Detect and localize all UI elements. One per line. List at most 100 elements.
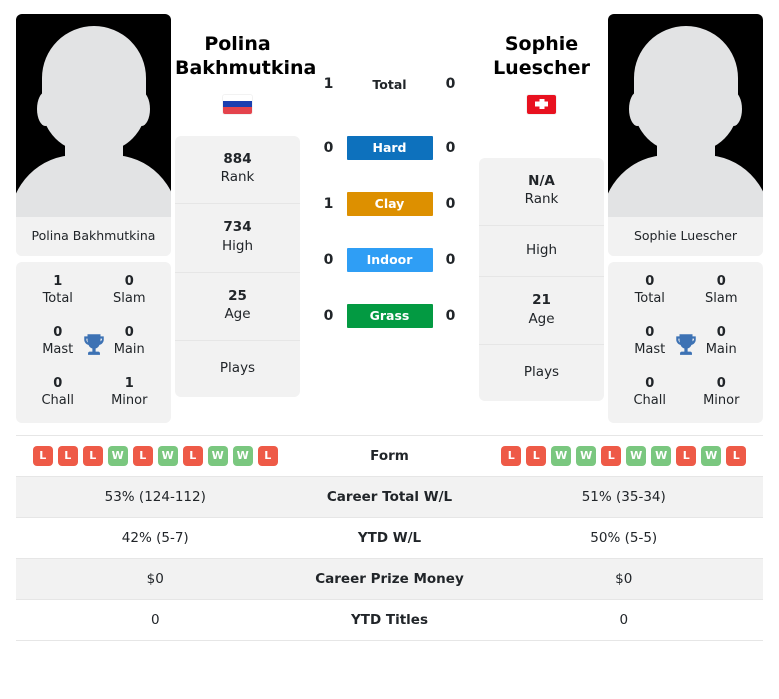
right-clay-wins: 0: [445, 196, 456, 212]
form-badge-w: W: [576, 446, 597, 467]
avatar-body-shape: [16, 155, 171, 217]
left-titles-minor-label: Minor: [111, 392, 148, 408]
surface-comparison-column: 1 Total 0 0 Hard 0 1 Clay 0 0 Indoor 0 0: [304, 14, 475, 352]
career-total-wl-label: Career Total W/L: [326, 489, 453, 506]
surface-row-clay: 1 Clay 0: [308, 184, 471, 224]
right-player-rank-card: N/A Rank High 21 Age Plays: [479, 157, 604, 402]
flag-stripe-red: [223, 107, 252, 114]
left-rank-label: Rank: [220, 169, 255, 186]
right-rank-label: Rank: [524, 191, 559, 208]
form-badge-l: L: [57, 446, 78, 467]
left-indoor-wins: 0: [323, 252, 334, 268]
left-age-label: Age: [224, 306, 251, 323]
form-badge-l: L: [601, 446, 622, 467]
table-row-form: LLLWLWLWWL Form LLWWLWWLWL: [16, 436, 764, 478]
russia-flag-icon: [223, 94, 252, 114]
right-grass-wins: 0: [445, 308, 456, 324]
right-player-photo-card[interactable]: Sophie Luescher: [608, 14, 763, 256]
left-hard-wins: 0: [323, 140, 334, 156]
right-rank-value: N/A: [528, 172, 555, 189]
right-player-info-column: Sophie Luescher N/A Rank High 21 Age Pla…: [475, 14, 608, 402]
right-high-row: High: [479, 226, 604, 277]
surface-row-hard: 0 Hard 0: [308, 128, 471, 168]
right-age-value: 21: [532, 291, 551, 308]
left-clay-wins: 1: [323, 196, 334, 212]
right-rank-row: N/A Rank: [479, 158, 604, 227]
form-badge-w: W: [157, 446, 178, 467]
table-row-career-total-wl: 53% (124-112) Career Total W/L 51% (35-3…: [16, 477, 763, 519]
form-badge-w: W: [207, 446, 228, 467]
career-prize-money-label: Career Prize Money: [315, 571, 464, 588]
right-plays-row: Plays: [479, 345, 604, 401]
left-titles-chall-value: 0: [53, 375, 63, 391]
right-player-column: Sophie Luescher 0 Total 0 Slam 0 Mast 0 …: [608, 14, 763, 424]
right-titles-total-label: Total: [634, 291, 665, 307]
form-label: Form: [370, 448, 409, 465]
right-age-row: 21 Age: [479, 277, 604, 346]
left-career-prize-money: $0: [146, 571, 164, 588]
left-titles-total-value: 1: [53, 274, 63, 289]
left-plays-row: Plays: [175, 341, 300, 397]
form-badge-l: L: [32, 446, 53, 467]
form-badge-w: W: [551, 446, 572, 467]
right-career-prize-money: $0: [615, 571, 633, 588]
left-ytd-wl: 42% (5-7): [121, 530, 189, 547]
avatar-body-shape: [608, 155, 763, 217]
form-badge-w: W: [107, 446, 128, 467]
left-age-value: 25: [228, 287, 247, 304]
left-player-rank-card: 884 Rank 734 High 25 Age Plays: [175, 135, 300, 397]
right-plays-label: Plays: [523, 364, 560, 381]
surface-row-indoor: 0 Indoor 0: [308, 240, 471, 280]
left-player-avatar: [16, 14, 171, 217]
right-hard-wins: 0: [445, 140, 456, 156]
left-titles-slam: 0 Slam: [94, 274, 166, 308]
left-titles-total-label: Total: [42, 291, 73, 307]
right-career-total-wl: 51% (35-34): [581, 489, 666, 506]
right-titles-slam-value: 0: [716, 274, 726, 289]
right-titles-minor-value: 0: [716, 375, 726, 391]
surface-row-grass: 0 Grass 0: [308, 296, 471, 336]
left-player-photo-card[interactable]: Polina Bakhmutkina: [16, 14, 171, 256]
left-titles-minor-value: 1: [124, 375, 134, 391]
left-rank-row: 884 Rank: [175, 136, 300, 205]
right-titles-total: 0 Total: [614, 274, 686, 308]
left-high-row: 734 High: [175, 204, 300, 273]
surface-total-label: Total: [372, 76, 407, 92]
right-form-cell: LLWWLWWLWL: [485, 440, 764, 472]
flag-cross-horizontal: [535, 101, 548, 107]
right-player-titles-card: 0 Total 0 Slam 0 Mast 0 Main 0 Chall 0 M…: [608, 262, 763, 424]
surface-hard-bar[interactable]: Hard: [346, 136, 433, 160]
form-badge-w: W: [626, 446, 647, 467]
surface-grass-bar[interactable]: Grass: [346, 304, 433, 328]
left-high-label: High: [221, 237, 254, 254]
left-player-titles-card: 1 Total 0 Slam 0 Mast 0 Main 0 Chall 1 M…: [16, 262, 171, 424]
right-player-photo-name: Sophie Luescher: [608, 217, 763, 256]
left-career-total-wl: 53% (124-112): [104, 489, 206, 506]
right-ytd-titles: 0: [619, 612, 629, 629]
form-badge-w: W: [701, 446, 722, 467]
surface-indoor-bar[interactable]: Indoor: [346, 248, 433, 272]
trophy-icon: [675, 333, 696, 355]
left-age-row: 25 Age: [175, 273, 300, 341]
surface-clay-bar[interactable]: Clay: [346, 192, 433, 216]
form-badge-w: W: [651, 446, 672, 467]
right-player-flag-wrap: [479, 94, 604, 114]
left-titles-chall: 0 Chall: [22, 376, 94, 410]
trophy-icon: [83, 333, 104, 355]
left-titles-slam-value: 0: [124, 274, 134, 289]
avatar-ear-right-shape: [725, 92, 742, 126]
left-form-cell: LLLWLWLWWL: [16, 440, 295, 472]
players-header-section: Polina Bakhmutkina 1 Total 0 Slam 0 Mast: [0, 0, 779, 424]
left-titles-total: 1 Total: [22, 274, 94, 308]
right-titles-chall-value: 0: [645, 375, 655, 391]
table-row-career-prize-money: $0 Career Prize Money $0: [16, 559, 763, 601]
form-badge-w: W: [232, 446, 253, 467]
form-badge-l: L: [82, 446, 103, 467]
form-badge-l: L: [182, 446, 203, 467]
form-badge-l: L: [257, 446, 278, 467]
avatar-ear-left-shape: [37, 92, 54, 126]
left-player-photo-name: Polina Bakhmutkina: [16, 217, 171, 256]
left-player-name: Polina Bakhmutkina: [175, 14, 316, 81]
form-badge-l: L: [132, 446, 153, 467]
right-player-name-line1: Sophie: [504, 33, 579, 55]
